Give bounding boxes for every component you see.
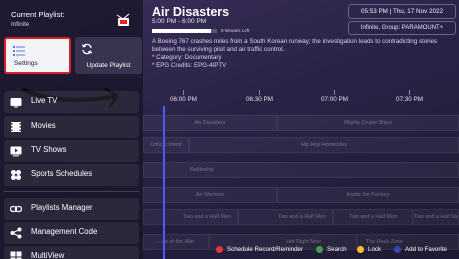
epg-row: Two and a Half Men Two and a Half Men Tw… (143, 208, 459, 226)
epg-row: Air Warriors Inside the Factory (143, 186, 459, 204)
menu-live-tv-label: Live TV (31, 96, 58, 105)
update-playlist-label: Update Playlist (86, 62, 131, 69)
menu-movies-label: Movies (31, 121, 56, 130)
program-epg-credits: * EPG Credits: EPG-4IPTV (152, 61, 227, 69)
datetime-display: 05:53 PM | Thu, 17 Nov 2022 (348, 4, 456, 19)
time-label: 07:30 PM (396, 96, 423, 103)
menu-live-tv[interactable]: Live TV (0, 90, 143, 114)
legend-favorite: Add to Favorite (405, 246, 447, 253)
legend-lock: Lock (368, 246, 382, 253)
menu-divider (4, 191, 139, 192)
epg-cell[interactable]: Mighty Cruise Ships (277, 115, 459, 131)
current-playlist-label: Current Playlist: (11, 10, 65, 19)
timeline: 06:00 PM 06:30 PM 07:00 PM 07:30 PM (143, 90, 459, 106)
epg-row: Battleship (143, 161, 459, 179)
yellow-dot-icon (357, 246, 364, 253)
menu-tv-shows-label: TV Shows (31, 145, 67, 154)
menu-management-code[interactable]: Management Code (0, 221, 143, 245)
time-tick (409, 90, 410, 95)
epg-cell[interactable]: Two and a Half Men (333, 209, 413, 225)
settings-button[interactable]: Settings (4, 37, 71, 74)
epg-cell[interactable]: ...ce of the War (143, 234, 209, 250)
menu-playlists-manager-label: Playlists Manager (31, 203, 93, 212)
program-description: A Boeing 767 crashes miles from a South … (152, 38, 438, 53)
red-dot-icon (216, 246, 223, 253)
time-tick (259, 90, 260, 95)
program-time: 5:00 PM - 6:00 PM (152, 18, 207, 25)
time-label: 06:00 PM (170, 96, 197, 103)
sports-icon (11, 170, 21, 180)
epg-cell[interactable]: Two and a Half Men (143, 209, 238, 225)
update-playlist-button[interactable]: Update Playlist (75, 37, 142, 74)
program-progress-bar (152, 29, 217, 33)
program-time-left: 8 Minutes Left (221, 28, 250, 33)
menu-tv-shows[interactable]: TV Shows (0, 139, 143, 163)
epg-panel: Air Disasters 5:00 PM - 6:00 PM 8 Minute… (143, 0, 459, 259)
film-icon (11, 122, 21, 132)
time-tick (334, 90, 335, 95)
epg-row: Air Disasters Mighty Cruise Ships (143, 114, 459, 132)
epg-cell[interactable]: Two and a Half Men (413, 209, 459, 225)
legend-record: Schedule Record/Reminder (227, 246, 304, 253)
epg-cell[interactable]: Hip Hop Homicides (189, 137, 459, 153)
menu-playlists-manager[interactable]: Playlists Manager (0, 197, 143, 221)
menu-sports-schedules-label: Sports Schedules (31, 169, 93, 178)
play-screen-icon (10, 146, 22, 157)
settings-label: Settings (14, 60, 38, 67)
green-dot-icon (316, 246, 323, 253)
program-progress-fill (152, 29, 211, 33)
share-icon (10, 227, 22, 239)
time-label: 06:30 PM (246, 96, 273, 103)
epg-cell[interactable]: Battleship (143, 162, 459, 178)
program-title: Air Disasters (152, 5, 230, 19)
tv-icon (10, 98, 22, 108)
program-meta: * Category: Documentary * EPG Credits: E… (152, 54, 226, 69)
current-playlist-value: Infinite (11, 21, 30, 28)
group-selector[interactable]: Infinite, Group: PARAMOUNT+ (348, 21, 456, 35)
epg-cell[interactable]: Two and a Half Men (238, 209, 333, 225)
side-menu: Current Playlist: Infinite Settings Upda… (0, 0, 143, 259)
menu-multiview[interactable]: MultiView (0, 245, 143, 259)
current-time-indicator (163, 106, 165, 259)
time-label: 07:00 PM (321, 96, 348, 103)
blue-dot-icon (394, 246, 401, 253)
playlist-tv-icon (116, 13, 130, 26)
settings-list-icon (13, 46, 25, 56)
grid-icon (10, 251, 22, 259)
menu-movies[interactable]: Movies (0, 115, 143, 139)
epg-grid: Air Disasters Mighty Cruise Ships Critic… (143, 106, 459, 259)
menu-management-code-label: Management Code (31, 227, 98, 236)
menu-multiview-label: MultiView (31, 251, 65, 259)
menu-sports-schedules[interactable]: Sports Schedules (0, 163, 143, 187)
time-tick (183, 90, 184, 95)
program-category: * Category: Documentary (152, 54, 222, 61)
epg-row: Critical Intent Hip Hop Homicides (143, 136, 459, 154)
epg-cell[interactable]: Critical Intent (143, 137, 189, 153)
refresh-icon (81, 43, 93, 55)
epg-cell[interactable]: Inside the Factory (277, 187, 459, 203)
legend-search: Search (327, 246, 347, 253)
link-icon (10, 205, 22, 213)
